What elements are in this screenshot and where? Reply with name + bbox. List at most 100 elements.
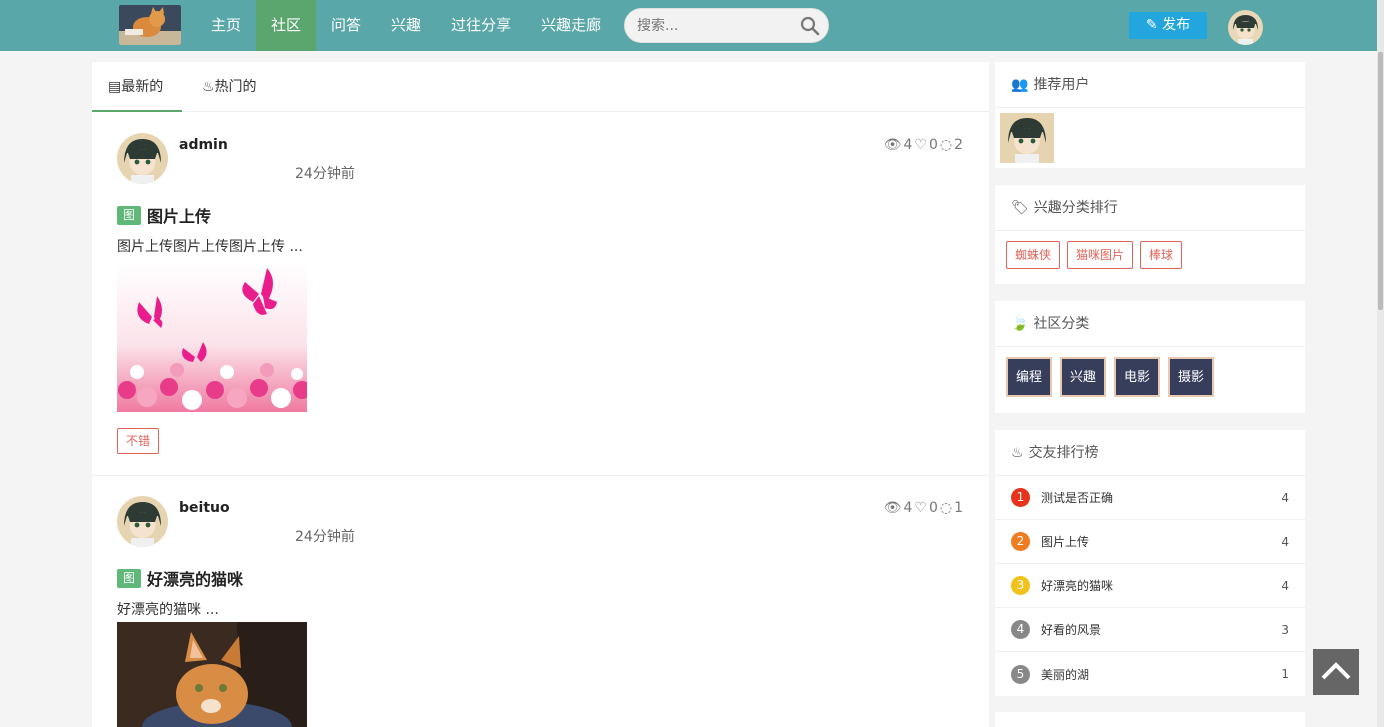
nav-interest[interactable]: 兴趣 [376, 0, 436, 51]
site-logo[interactable] [119, 5, 181, 45]
comment-count: 1 [954, 500, 963, 516]
friend-ranking-header: ♨ 交友排行榜 [995, 430, 1305, 476]
interest-tag[interactable]: 棒球 [1140, 241, 1183, 269]
rank-count: 4 [1281, 490, 1289, 505]
rank-title[interactable]: 美丽的湖 [1041, 666, 1281, 683]
ranking-item[interactable]: 3 好漂亮的猫咪 4 [995, 564, 1305, 608]
heart-icon[interactable]: ♡ [914, 137, 927, 153]
tab-latest-label: 最新的 [121, 79, 164, 95]
interest-ranking-title: 兴趣分类排行 [1033, 199, 1118, 216]
publish-button[interactable]: ✎ 发布 [1129, 12, 1207, 39]
chevron-up-icon [1321, 662, 1351, 680]
search-icon[interactable] [800, 16, 820, 36]
category-button[interactable]: 兴趣 [1060, 357, 1106, 397]
rank-title[interactable]: 测试是否正确 [1041, 489, 1281, 506]
tab-latest[interactable]: ▤最新的 [108, 62, 163, 112]
heart-icon[interactable]: ♡ [914, 500, 927, 516]
post-feed: ▤最新的 ♨热门的 admin 24分钟前 👁 4 ♡ 0 ◌ 2 图 图片上传… [92, 62, 989, 727]
post-author-avatar[interactable] [117, 133, 168, 184]
ranking-item[interactable]: 2 图片上传 4 [995, 520, 1305, 564]
like-count: 0 [928, 500, 938, 516]
feed-tabs: ▤最新的 ♨热门的 [92, 62, 989, 112]
post-author-name[interactable]: beituo [179, 500, 230, 516]
users-icon: 👥 [1011, 76, 1029, 93]
category-button[interactable]: 电影 [1114, 357, 1160, 397]
nav-community[interactable]: 社区 [256, 0, 317, 51]
search-input[interactable] [625, 9, 795, 42]
friend-ranking-title: 交友排行榜 [1028, 444, 1099, 461]
recommended-users-card: 👥 推荐用户 [995, 62, 1305, 168]
view-count: 4 [903, 137, 913, 153]
category-button-list: 编程 兴趣 电影 摄影 [995, 347, 1305, 397]
rank-title[interactable]: 好漂亮的猫咪 [1041, 577, 1281, 594]
rank-count: 4 [1281, 578, 1289, 593]
post-excerpt: 图片上传图片上传图片上传 ... [117, 239, 303, 255]
post-image-kitten[interactable] [117, 622, 307, 727]
ranking-item[interactable]: 4 好看的风景 3 [995, 608, 1305, 652]
post-title[interactable]: 图 图片上传 [117, 203, 211, 227]
post-title-text[interactable]: 图片上传 [147, 203, 211, 227]
tab-hot-label: 热门的 [214, 79, 257, 95]
recommended-user-avatar[interactable] [1000, 113, 1054, 163]
nav-past-shares[interactable]: 过往分享 [436, 0, 526, 51]
nav-qa[interactable]: 问答 [316, 0, 376, 51]
image-post-badge: 图 [117, 205, 141, 225]
rank-number: 1 [1011, 488, 1030, 507]
leaf-icon: 🍃 [1011, 315, 1029, 332]
rank-title[interactable]: 好看的风景 [1041, 621, 1281, 638]
rank-title[interactable]: 图片上传 [1041, 533, 1281, 550]
user-avatar[interactable] [1228, 10, 1263, 45]
post-stats: 👁 4 ♡ 0 ◌ 2 [884, 137, 963, 153]
interest-tag[interactable]: 猫咪图片 [1067, 241, 1134, 269]
interest-ranking-card: 🏷 兴趣分类排行 蜘蛛侠 猫咪图片 棒球 [995, 185, 1305, 284]
top-navbar: 主页 社区 问答 兴趣 过往分享 兴趣走廊 ✎ 发布 [0, 0, 1384, 51]
fire-icon: ♨ [202, 79, 215, 95]
post-image-butterflies[interactable] [117, 262, 307, 412]
publish-label: 发布 [1162, 17, 1191, 33]
post-item: admin 24分钟前 👁 4 ♡ 0 ◌ 2 图 图片上传 图片上传图片上传图… [92, 113, 989, 476]
interest-ranking-header: 🏷 兴趣分类排行 [995, 185, 1305, 231]
community-category-header: 🍃 社区分类 [995, 301, 1305, 347]
nav-home[interactable]: 主页 [196, 0, 256, 51]
comment-icon[interactable]: ◌ [940, 500, 952, 516]
like-count: 0 [928, 137, 938, 153]
post-title[interactable]: 图 好漂亮的猫咪 [117, 566, 243, 590]
search-box [624, 8, 829, 43]
ranking-item[interactable]: 5 美丽的湖 1 [995, 652, 1305, 696]
comment-icon[interactable]: ◌ [940, 137, 952, 153]
community-category-title: 社区分类 [1033, 315, 1090, 332]
post-item: beituo 24分钟前 👁 4 ♡ 0 ◌ 1 图 好漂亮的猫咪 好漂亮的猫咪… [92, 476, 989, 727]
recommended-users-title: 推荐用户 [1033, 76, 1090, 93]
recommended-users-header: 👥 推荐用户 [995, 62, 1305, 108]
comment-count: 2 [954, 137, 963, 153]
interest-tag[interactable]: 蜘蛛侠 [1006, 241, 1061, 269]
tags-icon: 🏷 [1011, 199, 1029, 216]
rank-count: 3 [1281, 622, 1289, 637]
post-time: 24分钟前 [295, 529, 355, 545]
tab-hot[interactable]: ♨热门的 [202, 62, 257, 112]
category-button[interactable]: 编程 [1006, 357, 1052, 397]
active-tab-indicator [92, 110, 182, 112]
edit-icon: ✎ [1145, 17, 1158, 33]
post-author-avatar[interactable] [117, 496, 168, 547]
back-to-top-button[interactable] [1313, 649, 1359, 695]
view-count: 4 [903, 500, 913, 516]
rank-number: 5 [1011, 664, 1030, 684]
post-excerpt: 好漂亮的猫咪 ... [117, 602, 219, 618]
rank-count: 1 [1281, 667, 1289, 681]
image-post-badge: 图 [117, 568, 141, 588]
category-button[interactable]: 摄影 [1168, 357, 1214, 397]
post-title-text[interactable]: 好漂亮的猫咪 [147, 566, 243, 590]
friend-ranking-card: ♨ 交友排行榜 1 测试是否正确 4 2 图片上传 4 3 好漂亮的猫咪 4 4… [995, 430, 1305, 696]
fire-icon: ♨ [1011, 444, 1024, 461]
rank-number: 3 [1011, 576, 1030, 595]
scrollbar-thumb[interactable] [1378, 52, 1383, 310]
nav-interest-gallery[interactable]: 兴趣走廊 [526, 0, 616, 51]
post-tag[interactable]: 不错 [117, 428, 160, 454]
post-author-name[interactable]: admin [179, 137, 228, 153]
eye-icon: 👁 [883, 500, 902, 516]
next-sidebar-card [995, 712, 1305, 727]
ranking-item[interactable]: 1 测试是否正确 4 [995, 476, 1305, 520]
post-stats: 👁 4 ♡ 0 ◌ 1 [884, 500, 963, 516]
main-nav: 主页 社区 问答 兴趣 过往分享 兴趣走廊 [196, 0, 616, 51]
